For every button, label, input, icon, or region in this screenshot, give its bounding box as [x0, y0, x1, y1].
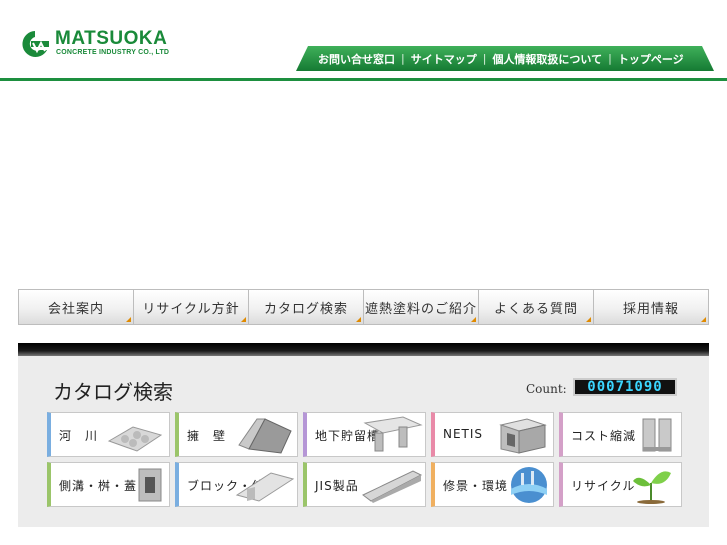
logo-mark-icon — [22, 31, 49, 57]
corner-arrow-icon — [701, 317, 706, 322]
catalog-tile-storage-tank[interactable]: 地下貯留槽 — [303, 412, 426, 457]
nav-label: 会社案内 — [47, 301, 104, 317]
nav-label: リサイクル方針 — [142, 301, 240, 317]
gutter-icon — [138, 468, 162, 502]
util-separator: | — [401, 52, 405, 65]
nav-item-heat-paint[interactable]: 遮熱塗料のご紹介 — [364, 289, 479, 325]
netis-box-icon — [499, 418, 547, 454]
nav-item-faq[interactable]: よくある質問 — [479, 289, 594, 325]
corner-arrow-icon — [471, 317, 476, 322]
catalog-top-bar — [18, 343, 709, 356]
catalog-tile-netis[interactable]: NETIS — [431, 412, 554, 457]
jis-channel-icon — [362, 470, 423, 503]
utility-nav: お問い合せ窓口 | サイトマップ | 個人情報取扱について | トップページ — [296, 46, 714, 71]
util-link-privacy[interactable]: 個人情報取扱について — [492, 51, 602, 67]
nav-label: カタログ検索 — [263, 301, 348, 317]
u-channel-icon — [642, 418, 672, 452]
util-separator: | — [482, 52, 487, 65]
tile-label: JIS製品 — [315, 479, 359, 493]
main-nav: 会社案内 リサイクル方針 カタログ検索 遮熱塗料のご紹介 よくある質問 採用情報 — [18, 289, 709, 325]
landscape-globe-icon — [511, 467, 547, 503]
company-logo[interactable]: MATSUOKA CONCRETE INDUSTRY CO., LTD — [18, 29, 188, 63]
util-link-sitemap[interactable]: サイトマップ — [411, 51, 477, 67]
catalog-tile-river[interactable]: 河 川 — [47, 412, 170, 457]
catalog-tile-block[interactable]: ブロック・他 — [175, 462, 298, 507]
corner-arrow-icon — [241, 317, 246, 322]
util-link-contact[interactable]: お問い合せ窓口 — [318, 51, 395, 67]
logo-subtitle: CONCRETE INDUSTRY CO., LTD — [56, 49, 170, 56]
catalog-title: カタログ検索 — [53, 380, 173, 404]
nav-label: 採用情報 — [622, 301, 679, 317]
tile-label: 河 川 — [59, 429, 99, 443]
corner-arrow-icon — [356, 317, 361, 322]
retaining-wall-icon — [238, 418, 292, 454]
sprout-icon — [633, 471, 671, 504]
catalog-tile-cost-reduction[interactable]: コスト縮減 — [559, 412, 682, 457]
nav-label: 遮熱塗料のご紹介 — [364, 301, 477, 317]
nav-item-catalog-search[interactable]: カタログ検索 — [249, 289, 364, 325]
catalog-tile-retaining-wall[interactable]: 擁 壁 — [175, 412, 298, 457]
util-separator: | — [608, 52, 612, 65]
block-icon — [235, 472, 295, 502]
nav-item-recycle-policy[interactable]: リサイクル方針 — [134, 289, 249, 325]
catalog-tile-recycle[interactable]: リサイクル — [559, 462, 682, 507]
tile-label: 擁 壁 — [187, 429, 227, 443]
counter-label: Count: — [526, 382, 567, 396]
storage-tank-icon — [363, 416, 423, 452]
catalog-tile-landscape[interactable]: 修景・環境 — [431, 462, 554, 507]
counter-value: 00071090 — [587, 379, 663, 395]
tile-label: NETIS — [443, 427, 484, 441]
river-block-icon — [107, 426, 163, 452]
header-divider — [0, 78, 727, 81]
visitor-counter: 00071090 — [573, 378, 677, 396]
nav-item-recruit[interactable]: 採用情報 — [594, 289, 709, 325]
corner-arrow-icon — [586, 317, 591, 322]
nav-item-company[interactable]: 会社案内 — [18, 289, 134, 325]
logo-name: MATSUOKA — [55, 28, 168, 49]
corner-arrow-icon — [126, 317, 131, 322]
catalog-panel: カタログ検索 Count: 00071090 河 川 擁 壁 地下貯留槽 NET… — [18, 343, 709, 527]
util-link-top[interactable]: トップページ — [618, 51, 684, 67]
catalog-tile-jis[interactable]: JIS製品 — [303, 462, 426, 507]
catalog-tile-gutter[interactable]: 側溝・桝・蓋 — [47, 462, 170, 507]
nav-label: よくある質問 — [493, 301, 578, 317]
